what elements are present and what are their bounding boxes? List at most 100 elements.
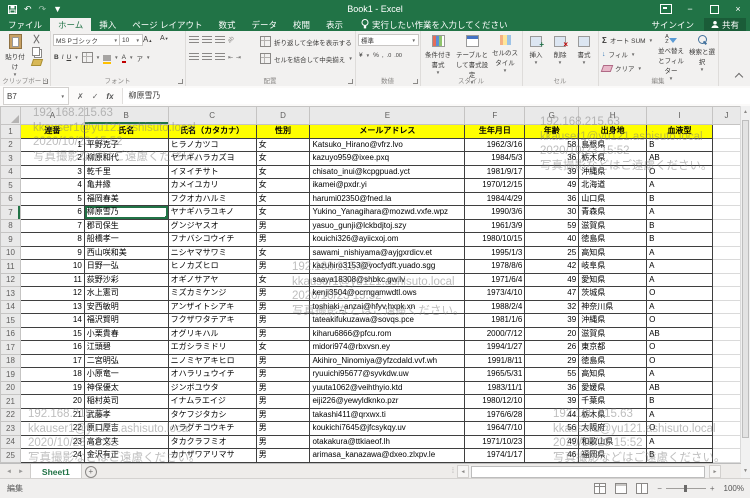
cell-F3[interactable]: 1984/5/3	[465, 152, 525, 166]
formula-input[interactable]: 柳原雪乃	[123, 88, 750, 104]
increase-indent-icon[interactable]: ⇥	[236, 54, 241, 61]
cell-H6[interactable]: 山口県	[579, 192, 647, 206]
cell-J8[interactable]	[712, 219, 740, 233]
cell-E10[interactable]: sawami_nishiyama@ayjgxrdicv.et	[310, 246, 465, 260]
cell-I11[interactable]: A	[647, 260, 713, 274]
undo-icon[interactable]: ↶	[24, 0, 32, 18]
new-sheet-button[interactable]: +	[82, 464, 100, 479]
cell-C16[interactable]: オグリキハル	[168, 327, 256, 341]
cell-I4[interactable]: O	[647, 165, 713, 179]
cell-C2[interactable]: ヒラノカツコ	[168, 138, 256, 152]
cell-D15[interactable]: 男	[256, 314, 310, 328]
minimize-button[interactable]: −	[678, 0, 702, 18]
sign-in-link[interactable]: サインイン	[651, 19, 694, 31]
cell-F20[interactable]: 1983/11/1	[465, 381, 525, 395]
number-format-select[interactable]: 標準▼	[358, 34, 419, 46]
cell-I17[interactable]: O	[647, 341, 713, 355]
cell-B6[interactable]: 福岡春美	[84, 192, 168, 206]
percent-format-icon[interactable]: %	[373, 52, 379, 59]
column-header-E[interactable]: E	[310, 107, 465, 125]
cell-B13[interactable]: 水上憲司	[84, 287, 168, 301]
bold-button[interactable]: B	[54, 54, 59, 61]
cell-F5[interactable]: 1970/12/15	[465, 179, 525, 193]
cell-H7[interactable]: 青森県	[579, 206, 647, 220]
cell-H20[interactable]: 愛媛県	[579, 381, 647, 395]
sheet-tab-sheet1[interactable]: Sheet1	[30, 464, 82, 479]
cell-J23[interactable]	[712, 422, 740, 436]
font-color-dropdown-icon[interactable]: ▼	[129, 55, 133, 60]
cell-B2[interactable]: 平野克子	[84, 138, 168, 152]
zoom-out-icon[interactable]: −	[657, 484, 662, 493]
cell-C23[interactable]: ハラグチコウキチ	[168, 422, 256, 436]
row-header-8[interactable]: 8	[1, 219, 21, 233]
enter-icon[interactable]: ✓	[92, 92, 99, 101]
cell-H8[interactable]: 滋賀県	[579, 219, 647, 233]
cell-I21[interactable]: B	[647, 395, 713, 409]
cell-D5[interactable]: 女	[256, 179, 310, 193]
cell-G10[interactable]: 25	[525, 246, 579, 260]
cell-I9[interactable]: B	[647, 233, 713, 247]
cell-B9[interactable]: 船橋孝一	[84, 233, 168, 247]
cell-E24[interactable]: otakakura@ttkiaeof.lh	[310, 435, 465, 449]
cell-I8[interactable]: B	[647, 219, 713, 233]
column-header-I[interactable]: I	[647, 107, 713, 125]
cell-G4[interactable]: 39	[525, 165, 579, 179]
cell-H18[interactable]: 徳島県	[579, 354, 647, 368]
cell-F24[interactable]: 1971/10/23	[465, 435, 525, 449]
cell-A16[interactable]: 15	[20, 327, 84, 341]
cell-B18[interactable]: 二宮明弘	[84, 354, 168, 368]
row-header-10[interactable]: 10	[1, 246, 21, 260]
cell-C1[interactable]: 氏名（カタカナ）	[168, 125, 256, 139]
cell-J15[interactable]	[712, 314, 740, 328]
cell-A8[interactable]: 7	[20, 219, 84, 233]
scroll-up-icon[interactable]: ▲	[741, 106, 750, 118]
cell-I23[interactable]: O	[647, 422, 713, 436]
cell-D7[interactable]: 女	[256, 206, 310, 220]
cell-B12[interactable]: 荻野沙彩	[84, 273, 168, 287]
phonetic-guide-icon[interactable]: ア	[136, 53, 143, 63]
align-top-icon[interactable]	[189, 36, 199, 44]
cell-C22[interactable]: タケフジタカシ	[168, 408, 256, 422]
row-header-17[interactable]: 17	[1, 341, 21, 355]
cell-E18[interactable]: Akihiro_Ninomiya@yfzcdald.vvf.wh	[310, 354, 465, 368]
cell-C8[interactable]: グンジヤスオ	[168, 219, 256, 233]
horizontal-scrollbar-thumb[interactable]	[471, 466, 705, 478]
tab-splitter-handle[interactable]: ⁞	[451, 468, 455, 475]
cell-F13[interactable]: 1973/4/10	[465, 287, 525, 301]
cell-H14[interactable]: 神奈川県	[579, 300, 647, 314]
row-header-24[interactable]: 24	[1, 435, 21, 449]
cell-C17[interactable]: エガシラミドリ	[168, 341, 256, 355]
name-box[interactable]: B7▼	[3, 87, 69, 105]
find-select-button[interactable]: 検索と選択▼	[688, 35, 716, 73]
cell-J11[interactable]	[712, 260, 740, 274]
row-header-13[interactable]: 13	[1, 287, 21, 301]
zoom-slider[interactable]: − +	[657, 484, 714, 493]
cell-C13[interactable]: ミズカミケンジ	[168, 287, 256, 301]
cell-G13[interactable]: 47	[525, 287, 579, 301]
cell-E8[interactable]: yasuo_gunji@lckbdjtoj.szy	[310, 219, 465, 233]
cell-B21[interactable]: 稲村英司	[84, 395, 168, 409]
cell-E13[interactable]: kenji3504@ocrngamwdtl.ows	[310, 287, 465, 301]
row-header-18[interactable]: 18	[1, 354, 21, 368]
cell-G2[interactable]: 58	[525, 138, 579, 152]
cell-G19[interactable]: 55	[525, 368, 579, 382]
cell-H23[interactable]: 大阪府	[579, 422, 647, 436]
alignment-dialog-launcher[interactable]	[348, 79, 353, 84]
cell-F9[interactable]: 1980/10/15	[465, 233, 525, 247]
cell-I2[interactable]: B	[647, 138, 713, 152]
cell-A23[interactable]: 22	[20, 422, 84, 436]
row-header-21[interactable]: 21	[1, 395, 21, 409]
cell-G23[interactable]: 56	[525, 422, 579, 436]
cell-J7[interactable]	[712, 206, 740, 220]
cell-F12[interactable]: 1971/6/4	[465, 273, 525, 287]
cell-F23[interactable]: 1964/7/10	[465, 422, 525, 436]
cell-B24[interactable]: 高倉文夫	[84, 435, 168, 449]
cell-E6[interactable]: harumi02350@fned.la	[310, 192, 465, 206]
cell-H24[interactable]: 和歌山県	[579, 435, 647, 449]
cell-G15[interactable]: 39	[525, 314, 579, 328]
cell-B19[interactable]: 小原竜一	[84, 368, 168, 382]
cell-A3[interactable]: 2	[20, 152, 84, 166]
cell-I12[interactable]: A	[647, 273, 713, 287]
cell-F17[interactable]: 1994/1/27	[465, 341, 525, 355]
cell-D1[interactable]: 性別	[256, 125, 310, 139]
